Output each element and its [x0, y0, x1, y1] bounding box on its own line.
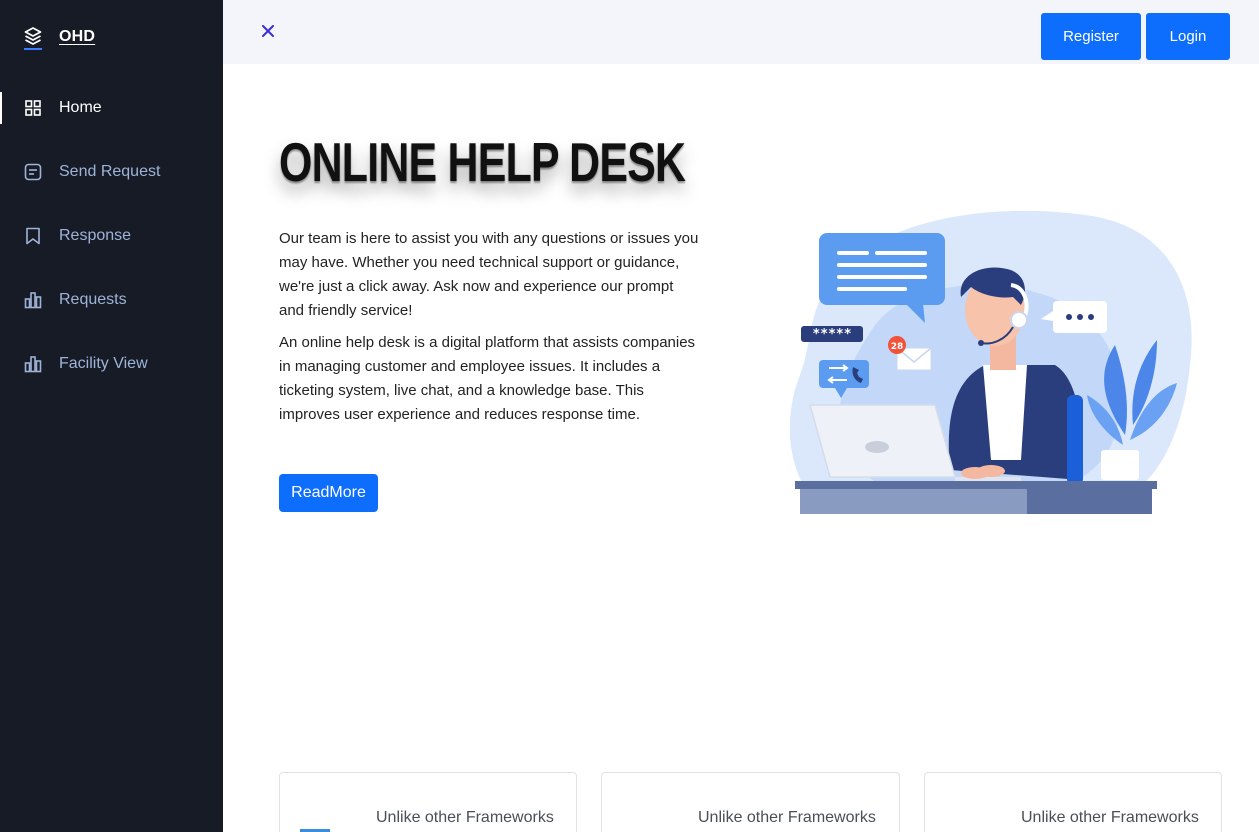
layers-icon [24, 26, 42, 50]
feature-card: Unlike other Frameworks [279, 772, 577, 832]
password-text: ***** [812, 327, 851, 342]
card-title: Unlike other Frameworks [698, 809, 876, 826]
bar-chart-icon [24, 291, 42, 309]
help-desk-illustration: ***** 28 [785, 205, 1195, 520]
sidebar-item-facility-view[interactable]: Facility View [0, 332, 223, 396]
sidebar-nav: Home Send Request Response Requests Faci… [0, 76, 223, 396]
sidebar-item-requests[interactable]: Requests [0, 268, 223, 332]
sidebar-item-label: Facility View [59, 355, 148, 372]
hero-paragraph: An online help desk is a digital platfor… [279, 334, 696, 423]
register-button[interactable]: Register [1041, 13, 1141, 60]
readmore-button[interactable]: ReadMore [279, 474, 378, 512]
login-button[interactable]: Login [1146, 13, 1230, 60]
brand[interactable]: OHD [24, 26, 96, 50]
bookmark-icon [24, 227, 42, 245]
sidebar-item-send-request[interactable]: Send Request [0, 140, 223, 204]
grid-icon [24, 99, 42, 117]
sidebar-item-label: Response [59, 227, 132, 244]
sidebar-item-label: Send Request [59, 163, 161, 180]
bar-chart-icon [24, 355, 42, 373]
card-title: Unlike other Frameworks [1021, 809, 1199, 826]
sidebar-item-label: Requests [59, 291, 127, 308]
notification-badge: 28 [891, 342, 904, 352]
message-square-icon [24, 163, 42, 181]
brand-name: OHD [59, 28, 96, 45]
sidebar-item-home[interactable]: Home [0, 76, 223, 140]
topbar: Register Login [223, 0, 1259, 64]
feature-card: Unlike other Frameworks [601, 772, 900, 832]
hero-description: Our team is here to assist you with any … [279, 227, 699, 427]
close-icon[interactable] [258, 21, 278, 41]
hero-paragraph: Our team is here to assist you with any … [279, 230, 699, 319]
sidebar-item-label: Home [59, 99, 102, 116]
card-title: Unlike other Frameworks [376, 809, 554, 826]
sidebar: OHD Home Send Request Response Requests … [0, 0, 223, 832]
page-title: ONLINE HELP DESK [279, 131, 686, 193]
feature-card: Unlike other Frameworks [924, 772, 1222, 832]
sidebar-item-response[interactable]: Response [0, 204, 223, 268]
